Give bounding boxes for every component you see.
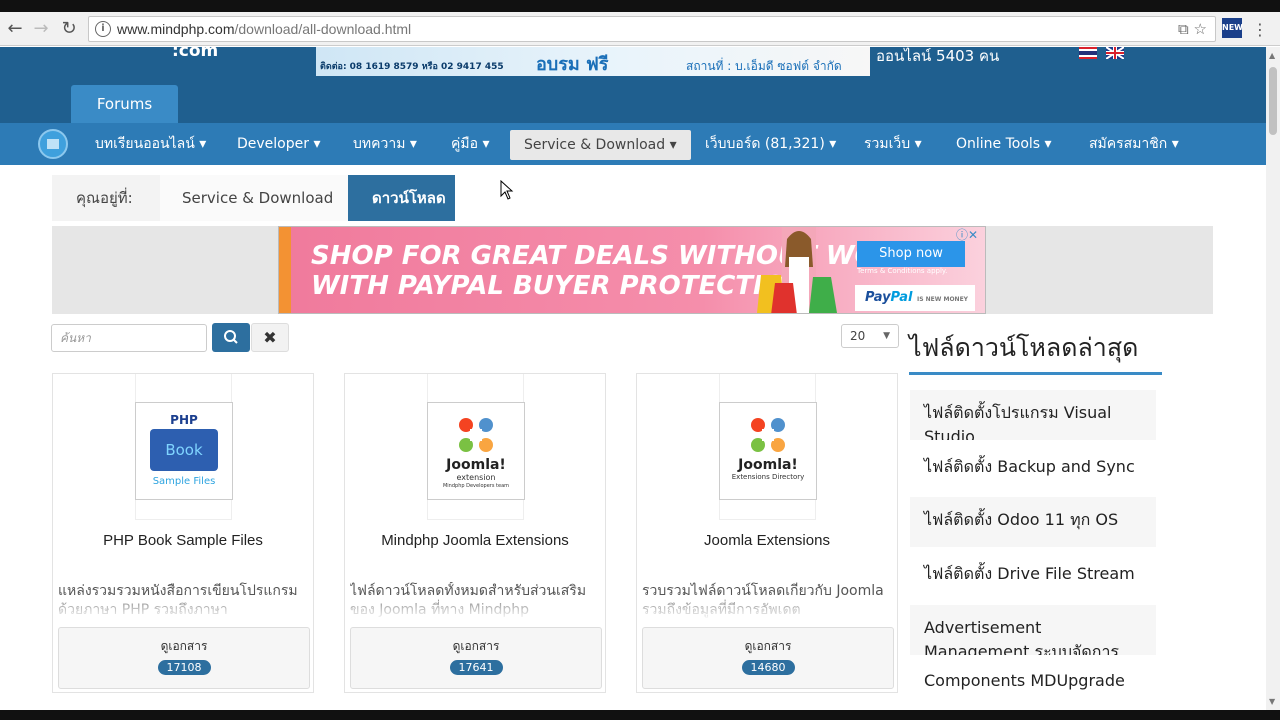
card-description: แหล่งรวมรวมหนังสือการเขียนโปรแกรมด้วยภาษ… — [58, 582, 308, 620]
site-logo[interactable]: :com — [172, 41, 218, 61]
paypal-ad[interactable]: SHOP FOR GREAT DEALS WITHOUT WORRIES WIT… — [278, 226, 986, 314]
paypal-logo-b: Pal — [890, 290, 913, 305]
nav-webboard[interactable]: เว็บบอร์ด (81,321) ▾ — [705, 123, 836, 165]
translate-icon[interactable]: ⧉ — [1178, 20, 1189, 38]
back-icon[interactable]: ← — [4, 18, 26, 40]
address-bar[interactable]: i www.mindphp.com/download/all-download.… — [88, 16, 1216, 42]
paypal-logo: PayPal IS NEW MONEY — [855, 285, 975, 311]
url-text[interactable]: www.mindphp.com/download/all-download.ht… — [117, 21, 411, 37]
clear-search-button[interactable]: ✖ — [251, 323, 289, 352]
sidebar-item[interactable]: ไฟล์ติดตั้ง Odoo 11 ทุก OS — [910, 497, 1156, 547]
download-card[interactable]: PHP Book Sample Files PHP Book Sample Fi… — [52, 373, 314, 693]
thumb-text-mid: extension — [456, 473, 496, 482]
joomla-logo-icon — [751, 418, 785, 452]
download-card[interactable]: Joomla! extension Mindphp Developers tea… — [344, 373, 606, 693]
reload-icon[interactable]: ↻ — [58, 18, 80, 40]
ad-close-icon[interactable]: ⓘ✕ — [956, 226, 978, 243]
card-description: รวบรวมไฟล์ดาวน์โหลดเกี่ยวกับ Joomla รวมถ… — [642, 582, 892, 620]
banner-training: อบรม ฟรี — [536, 54, 609, 75]
paypal-logo-a: Pay — [865, 290, 891, 305]
close-icon: ✖ — [263, 328, 277, 347]
breadcrumb-label: คุณอยู่ที่: — [52, 175, 160, 221]
forward-icon[interactable]: → — [30, 18, 52, 40]
thumb-text-top: Joomla! — [738, 457, 798, 473]
joomla-logo-icon — [459, 418, 493, 452]
extension-icon[interactable]: NEW — [1222, 18, 1243, 38]
doc-label: ดูเอกสาร — [452, 639, 500, 653]
nav-register[interactable]: สมัครสมาชิก ▾ — [1089, 123, 1179, 165]
sidebar-item[interactable]: ไฟล์ติดตั้ง Drive File Stream — [910, 551, 1156, 601]
sidebar-item[interactable]: ไฟล์ติดตั้ง Backup and Sync — [910, 444, 1156, 494]
uk-flag-icon[interactable] — [1106, 47, 1124, 59]
browser-menu-icon[interactable]: ⋮ — [1252, 20, 1268, 39]
forums-tab[interactable]: Forums — [71, 85, 178, 123]
home-icon[interactable] — [38, 129, 68, 159]
nav-articles[interactable]: บทความ ▾ — [353, 123, 417, 165]
ad-terms: Terms & Conditions apply. — [857, 267, 948, 275]
online-count: ออนไลน์ 5403 คน — [876, 47, 1000, 65]
doc-label: ดูเอกสาร — [744, 639, 792, 653]
banner-venue: สถานที่ : บ.เอ็มดี ซอฟต์ จำกัด — [686, 59, 842, 73]
thumb-text-top: PHP — [170, 413, 198, 427]
view-documents-button[interactable]: ดูเอกสาร 17641 — [350, 627, 602, 689]
sidebar-item[interactable]: Advertisement Management ระบบจัดการโฆษณา — [910, 605, 1156, 655]
card-title[interactable]: PHP Book Sample Files — [53, 532, 313, 549]
sidebar-item[interactable]: Components MDUpgrade — [910, 658, 1156, 708]
doc-label: ดูเอกสาร — [160, 639, 208, 653]
nav-web-directory[interactable]: รวมเว็บ ▾ — [864, 123, 922, 165]
download-card[interactable]: Joomla! Extensions Directory Joomla Exte… — [636, 373, 898, 693]
ad-shop-now-button[interactable]: Shop now — [857, 241, 965, 267]
nav-service-download[interactable]: Service & Download ▾ — [510, 130, 691, 160]
site-info-icon[interactable]: i — [95, 21, 111, 37]
per-page-select[interactable]: 20 ▼ — [841, 324, 899, 348]
thai-flag-icon[interactable] — [1079, 47, 1097, 59]
thumb-text-mid: Book — [150, 429, 218, 471]
per-page-value: 20 — [850, 329, 866, 343]
site-header: :com ติดต่อ: 08 1619 8579 หรือ 02 9417 4… — [0, 41, 1266, 123]
sidebar-title: ไฟล์ดาวน์โหลดล่าสุด — [909, 333, 1139, 362]
nav-lessons[interactable]: บทเรียนออนไลน์ ▾ — [95, 123, 206, 165]
sidebar-item[interactable]: ไฟล์ติดตั้งโปรแกรม Visual Studio — [910, 390, 1156, 440]
view-documents-button[interactable]: ดูเอกสาร 14680 — [642, 627, 894, 689]
joomla-extensions-thumbnail[interactable]: Joomla! Extensions Directory — [719, 402, 817, 500]
page-scrollbar[interactable]: ▲ ▼ — [1266, 47, 1280, 710]
view-documents-button[interactable]: ดูเอกสาร 17108 — [58, 627, 310, 689]
scrollbar-thumb[interactable] — [1269, 67, 1277, 135]
header-banner[interactable]: ติดต่อ: 08 1619 8579 หรือ 02 9417 455 อบ… — [316, 47, 870, 76]
window-bottom-edge — [0, 710, 1280, 720]
card-title[interactable]: Joomla Extensions — [637, 532, 897, 549]
ad-accent — [279, 227, 291, 313]
scroll-down-icon[interactable]: ▼ — [1269, 697, 1275, 706]
breadcrumb-parent[interactable]: Service & Download — [160, 175, 360, 221]
sidebar-divider — [909, 372, 1162, 375]
banner-contact: ติดต่อ: 08 1619 8579 หรือ 02 9417 455 — [320, 62, 504, 72]
nav-manual[interactable]: คู่มือ ▾ — [451, 123, 489, 165]
window-top-edge — [0, 0, 1280, 12]
doc-count-badge: 14680 — [741, 660, 795, 675]
shopping-woman-image — [757, 227, 837, 313]
search-input[interactable]: ค้นหา — [51, 324, 207, 352]
php-book-thumbnail[interactable]: PHP Book Sample Files — [135, 402, 233, 500]
search-icon — [224, 330, 238, 344]
thumb-text-bottom: Mindphp Developers team — [442, 483, 510, 489]
main-nav: บทเรียนออนไลน์ ▾ Developer ▾ บทความ ▾ คู… — [0, 123, 1266, 165]
mouse-cursor-icon — [500, 180, 514, 200]
joomla-thumbnail[interactable]: Joomla! extension Mindphp Developers tea… — [427, 402, 525, 500]
nav-developer[interactable]: Developer ▾ — [237, 123, 320, 165]
bookmark-star-icon[interactable]: ☆ — [1194, 20, 1207, 38]
thumb-text-bottom: Sample Files — [152, 476, 216, 487]
scroll-up-icon[interactable]: ▲ — [1269, 51, 1275, 60]
thumb-text-mid: Extensions Directory — [731, 473, 805, 481]
card-title[interactable]: Mindphp Joomla Extensions — [345, 532, 605, 549]
card-description: ไฟล์ดาวน์โหลดทั้งหมดสำหรับส่วนเสริมของ J… — [350, 582, 600, 620]
breadcrumb-current: ดาวน์โหลด — [348, 175, 455, 221]
chevron-down-icon: ▼ — [883, 331, 890, 341]
nav-online-tools[interactable]: Online Tools ▾ — [956, 123, 1052, 165]
doc-count-badge: 17641 — [449, 660, 503, 675]
thumb-text-top: Joomla! — [446, 457, 506, 473]
search-button[interactable] — [212, 323, 250, 352]
paypal-tagline: IS NEW MONEY — [917, 296, 969, 303]
omnibox-icons: ⧉ ☆ — [1178, 20, 1207, 38]
doc-count-badge: 17108 — [157, 660, 211, 675]
